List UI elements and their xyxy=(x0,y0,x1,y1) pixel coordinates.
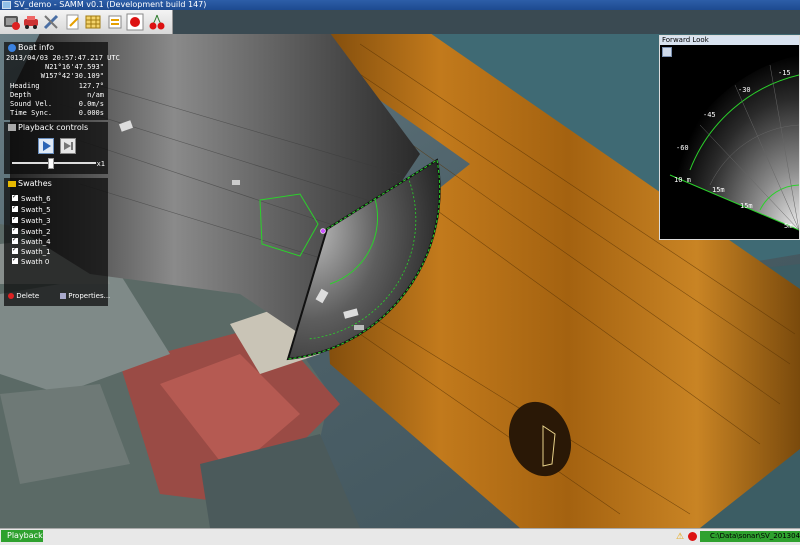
properties-button[interactable]: Properties... xyxy=(60,292,110,300)
checkbox[interactable] xyxy=(12,226,18,234)
heading-label: Heading xyxy=(10,82,40,90)
depth-value: n/am xyxy=(87,91,104,99)
time-sync-label: Time Sync. xyxy=(10,109,53,117)
checkbox[interactable] xyxy=(12,256,18,264)
status-path: C:\Data\sonar\SV_20130403-20130 xyxy=(700,531,800,542)
forward-look-title: Forward Look xyxy=(660,36,799,45)
edit-icon[interactable] xyxy=(64,13,82,31)
swath-item[interactable]: Swath_4 xyxy=(12,236,51,247)
range-label: 15m xyxy=(740,202,753,210)
heading-value: 127.7° xyxy=(78,82,104,90)
playback-controls-title: Playback controls xyxy=(18,123,89,132)
play-button[interactable] xyxy=(38,138,54,154)
forward-look-panel: Forward Look -15 -30 -45 -60 10 m 15m 15… xyxy=(659,35,800,240)
play-icon xyxy=(43,141,51,151)
swath-item[interactable]: Swath_3 xyxy=(12,215,51,226)
swath-item[interactable]: Swath_5 xyxy=(12,204,51,215)
swath-item[interactable]: Swath_2 xyxy=(12,226,51,237)
angle-label: -15 xyxy=(778,69,791,77)
checkbox[interactable] xyxy=(12,193,18,201)
timestamp: 2013/04/03 20:57:47.217 UTC xyxy=(6,54,120,62)
record-icon[interactable] xyxy=(3,13,21,31)
sound-vel-value: 0.0m/s xyxy=(78,100,104,108)
swath-item[interactable]: Swath_1 xyxy=(12,246,51,257)
depth-label: Depth xyxy=(10,91,32,99)
info-icon xyxy=(8,44,16,52)
main-toolbar xyxy=(0,10,173,35)
playback-controls-panel: Playback controls x1 xyxy=(4,122,108,174)
longitude: W157°42'30.109" xyxy=(40,72,104,80)
warning-icon: ⚠ xyxy=(676,532,685,542)
folder-icon xyxy=(8,181,16,187)
playback-slider-thumb[interactable] xyxy=(48,158,54,169)
checkbox[interactable] xyxy=(12,236,18,244)
window-titlebar: SV_demo - SAMM v0.1 (Development build 1… xyxy=(0,0,800,10)
window-title: SV_demo - SAMM v0.1 (Development build 1… xyxy=(14,0,207,9)
delete-button[interactable]: Delete xyxy=(8,292,39,300)
delete-icon xyxy=(8,293,14,299)
playback-panel-icon xyxy=(8,124,16,131)
angle-label: -45 xyxy=(703,111,716,119)
next-button[interactable] xyxy=(60,138,76,154)
layers-icon[interactable] xyxy=(106,13,124,31)
playback-button[interactable]: Playback xyxy=(1,530,43,542)
error-icon xyxy=(688,532,697,541)
range-label: 5m xyxy=(784,222,793,230)
angle-label: -30 xyxy=(738,86,751,94)
range-label: 15m xyxy=(712,186,725,194)
properties-icon xyxy=(60,293,66,299)
boat-info-panel: Boat info 2013/04/03 20:57:47.217 UTC N2… xyxy=(4,42,120,120)
angle-label: -60 xyxy=(676,144,689,152)
grid-icon[interactable] xyxy=(84,13,102,31)
checkbox[interactable] xyxy=(12,246,18,254)
cherries-icon[interactable] xyxy=(148,13,166,31)
range-label: 10 m xyxy=(674,176,691,184)
app-icon xyxy=(2,1,11,9)
next-icon xyxy=(64,142,73,150)
swath-item[interactable]: Swath_6 xyxy=(12,193,51,204)
checkbox[interactable] xyxy=(12,204,18,212)
time-sync-value: 0.000s xyxy=(78,109,104,117)
tools-icon[interactable] xyxy=(42,13,60,31)
swathes-panel: Swathes Swath_6 Swath_5 Swath_3 Swath_2 … xyxy=(4,178,110,306)
record-stop-icon[interactable] xyxy=(126,13,144,31)
sound-vel-label: Sound Vel. xyxy=(10,100,53,108)
status-bar: Playback ⚠ C:\Data\sonar\SV_20130403-201… xyxy=(0,528,800,545)
latitude: N21°16'47.593" xyxy=(44,63,104,71)
swathes-title: Swathes xyxy=(18,179,52,188)
swath-item[interactable]: Swath 0 xyxy=(12,256,49,267)
car-icon[interactable] xyxy=(22,13,40,31)
boat-info-title: Boat info xyxy=(18,43,54,52)
checkbox[interactable] xyxy=(12,215,18,223)
playback-speed-label: x1 xyxy=(96,160,105,168)
playback-slider[interactable] xyxy=(12,162,96,164)
